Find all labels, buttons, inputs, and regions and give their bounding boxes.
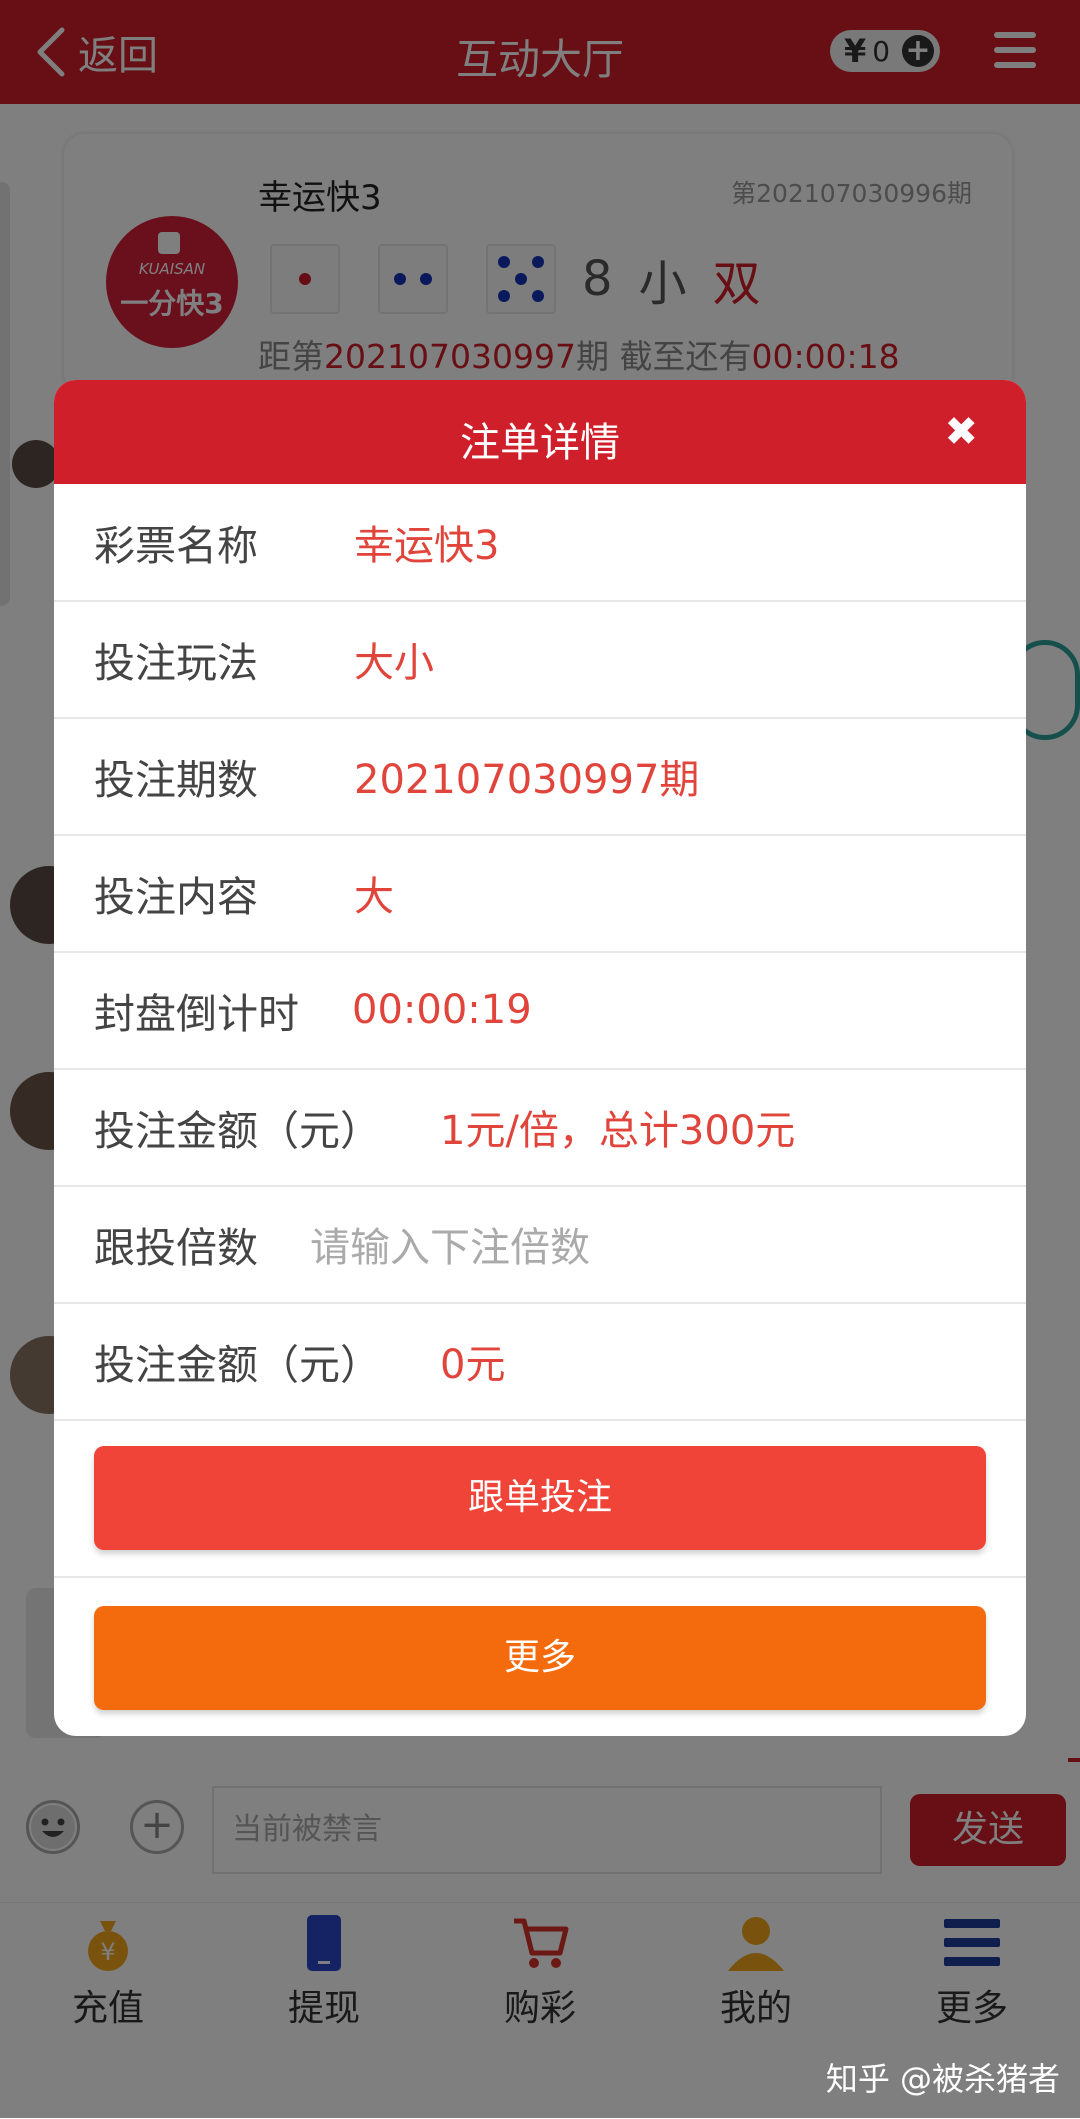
detail-row-play-type: 投注玩法 大小 [54, 601, 1026, 719]
detail-row-follow-amount: 投注金额（元） 0元 [54, 1303, 1026, 1421]
watermark-text: 知乎 @被杀猪者 [825, 2060, 1060, 2098]
row-value: 幸运快3 [354, 523, 500, 569]
modal-title: 注单详情 [460, 420, 620, 466]
row-label: 投注内容 [94, 873, 258, 921]
more-button[interactable]: 更多 [94, 1606, 986, 1710]
row-label: 彩票名称 [94, 522, 258, 570]
row-value: 00:00:19 [352, 987, 532, 1033]
detail-row-close-countdown: 封盘倒计时 00:00:19 [54, 952, 1026, 1070]
divider [54, 1576, 1026, 1578]
detail-row-lottery-name: 彩票名称 幸运快3 [54, 484, 1026, 602]
follow-bet-button[interactable]: 跟单投注 [94, 1446, 986, 1550]
detail-row-bet-content: 投注内容 大 [54, 835, 1026, 953]
multiplier-input[interactable]: 请输入下注倍数 [310, 1215, 590, 1273]
row-label: 投注金额（元） [94, 1107, 381, 1155]
row-value: 大小 [354, 640, 434, 686]
row-label: 投注玩法 [94, 639, 258, 687]
row-label: 投注期数 [94, 756, 258, 804]
row-value: 0元 [440, 1342, 506, 1388]
row-value: 202107030997期 [354, 757, 700, 803]
row-label: 跟投倍数 [94, 1224, 258, 1272]
row-value: 1元/倍，总计300元 [440, 1108, 796, 1154]
modal-header: 注单详情 ✖ [54, 380, 1026, 484]
close-icon[interactable]: ✖ [944, 410, 978, 454]
row-label: 投注金额（元） [94, 1341, 381, 1389]
row-label: 封盘倒计时 [94, 990, 299, 1038]
row-value: 大 [354, 874, 394, 920]
bet-detail-modal: 注单详情 ✖ 彩票名称 幸运快3 投注玩法 大小 投注期数 2021070309… [54, 380, 1026, 1736]
detail-row-multiplier: 跟投倍数 请输入下注倍数 [54, 1186, 1026, 1304]
detail-row-bet-amount: 投注金额（元） 1元/倍，总计300元 [54, 1069, 1026, 1187]
detail-row-issue: 投注期数 202107030997期 [54, 718, 1026, 836]
